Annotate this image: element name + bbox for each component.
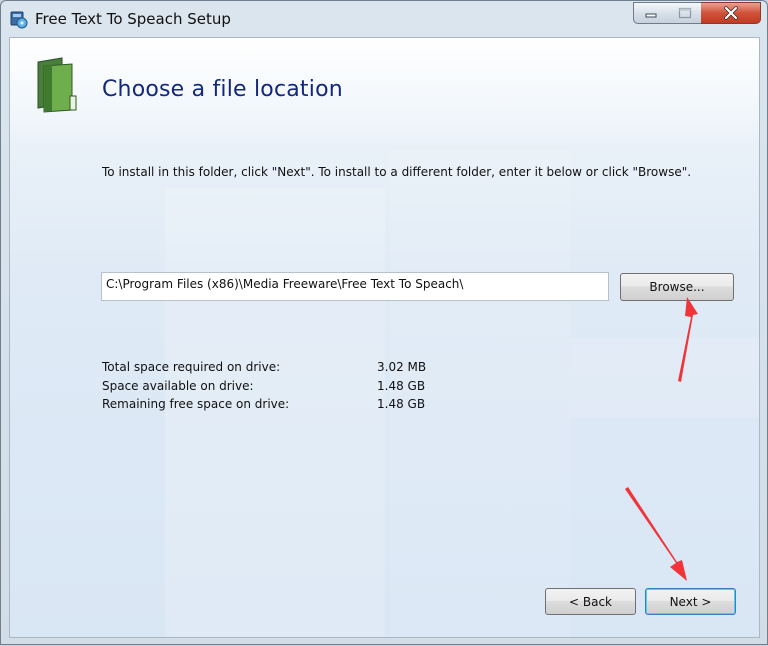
space-available-value: 1.48 GB bbox=[377, 378, 426, 393]
maximize-icon bbox=[678, 7, 691, 19]
next-button[interactable]: Next > bbox=[645, 588, 736, 615]
browse-button[interactable]: Browse... bbox=[620, 273, 734, 301]
instructions-text: To install in this folder, click "Next".… bbox=[102, 165, 692, 179]
space-remaining-value: 1.48 GB bbox=[377, 397, 426, 411]
page-title: Choose a file location bbox=[102, 77, 343, 102]
installer-app-icon bbox=[10, 11, 28, 29]
close-button[interactable] bbox=[701, 2, 761, 24]
minimize-icon bbox=[645, 13, 657, 18]
disk-space-info: Total space required on drive: 3.02 MB S… bbox=[102, 360, 457, 416]
space-required-row: Total space required on drive: 3.02 MB bbox=[102, 360, 457, 379]
back-button[interactable]: < Back bbox=[545, 588, 636, 615]
space-remaining-label: Remaining free space on drive: bbox=[102, 397, 290, 411]
close-icon bbox=[723, 6, 738, 20]
green-folder-icon bbox=[37, 57, 77, 113]
space-required-value: 3.02 MB bbox=[377, 360, 427, 374]
title-bar[interactable]: Free Text To Speach Setup bbox=[1, 1, 767, 37]
space-remaining-row: Remaining free space on drive: 1.48 GB bbox=[102, 397, 457, 416]
space-available-label: Space available on drive: bbox=[102, 378, 254, 393]
window-title: Free Text To Speach Setup bbox=[35, 10, 231, 28]
install-path-input[interactable] bbox=[101, 272, 609, 301]
wizard-content: Choose a file location To install in thi… bbox=[9, 37, 760, 638]
setup-window: Free Text To Speach Setup Choose a file … bbox=[0, 0, 768, 645]
space-required-label: Total space required on drive: bbox=[102, 360, 281, 374]
maximize-button[interactable] bbox=[668, 2, 702, 24]
minimize-button[interactable] bbox=[633, 2, 669, 24]
space-available-row: Space available on drive: 1.48 GB bbox=[102, 379, 457, 398]
